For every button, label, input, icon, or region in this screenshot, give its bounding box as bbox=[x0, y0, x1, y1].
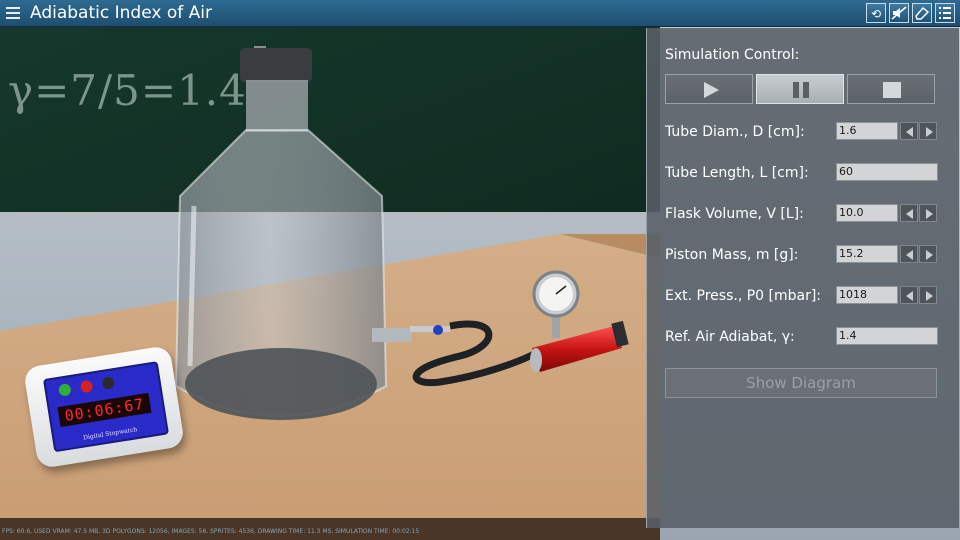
reference-adiabat-input[interactable]: 1.4 bbox=[836, 327, 938, 345]
external-pressure-decrease[interactable] bbox=[900, 286, 918, 304]
pause-icon bbox=[793, 82, 809, 98]
piston-mass-decrease[interactable] bbox=[900, 245, 918, 263]
flask-volume-label: Flask Volume, V [L]: bbox=[665, 206, 804, 222]
flask-volume-increase[interactable] bbox=[919, 204, 937, 222]
mute-icon[interactable] bbox=[889, 3, 909, 23]
external-pressure-input[interactable]: 1018 bbox=[836, 286, 898, 304]
external-pressure-increase[interactable] bbox=[919, 286, 937, 304]
show-diagram-button[interactable]: Show Diagram bbox=[665, 368, 937, 398]
eraser-icon[interactable] bbox=[912, 3, 932, 23]
simulation-control-panel: Simulation Control: Tube Diam., D [cm]: … bbox=[646, 28, 959, 528]
stop-button[interactable] bbox=[847, 74, 935, 104]
external-pressure-label: Ext. Press., P0 [mbar]: bbox=[665, 288, 822, 304]
stop-icon bbox=[883, 82, 901, 98]
piston-mass-input[interactable]: 15.2 bbox=[836, 245, 898, 263]
menu-icon[interactable] bbox=[3, 3, 23, 23]
render-stats: FPS: 60.6, USED VRAM: 47.5 MB, 3D POLYGO… bbox=[2, 528, 420, 535]
play-icon bbox=[704, 82, 719, 98]
play-button[interactable] bbox=[665, 74, 753, 104]
tube-diameter-increase[interactable] bbox=[919, 122, 937, 140]
reference-adiabat-label: Ref. Air Adiabat, γ: bbox=[665, 329, 795, 345]
flask-volume-decrease[interactable] bbox=[900, 204, 918, 222]
tube-length-label: Tube Length, L [cm]: bbox=[665, 165, 809, 181]
tube-diameter-input[interactable]: 1.6 bbox=[836, 122, 898, 140]
piston-mass-increase[interactable] bbox=[919, 245, 937, 263]
tube-diameter-label: Tube Diam., D [cm]: bbox=[665, 124, 805, 140]
settings-list-icon[interactable] bbox=[935, 3, 955, 23]
reset-button[interactable] bbox=[101, 376, 116, 390]
title-bar: Adiabatic Index of Air ⟲ bbox=[0, 0, 960, 27]
glass-flask bbox=[174, 46, 388, 420]
stopwatch-panel: 00:06:67 Digital Stopwatch bbox=[42, 361, 170, 453]
flask-volume-input[interactable]: 10.0 bbox=[836, 204, 898, 222]
stopwatch-display: 00:06:67 bbox=[57, 392, 152, 428]
panel-title: Simulation Control: bbox=[665, 47, 800, 63]
tube-length-input[interactable]: 60 bbox=[836, 163, 938, 181]
piston-mass-label: Piston Mass, m [g]: bbox=[665, 247, 799, 263]
reset-icon[interactable]: ⟲ bbox=[866, 3, 886, 23]
start-button[interactable] bbox=[57, 383, 72, 397]
pause-button[interactable] bbox=[756, 74, 844, 104]
tube-diameter-decrease[interactable] bbox=[900, 122, 918, 140]
stop-button[interactable] bbox=[79, 379, 94, 394]
window-title: Adiabatic Index of Air bbox=[30, 3, 212, 23]
